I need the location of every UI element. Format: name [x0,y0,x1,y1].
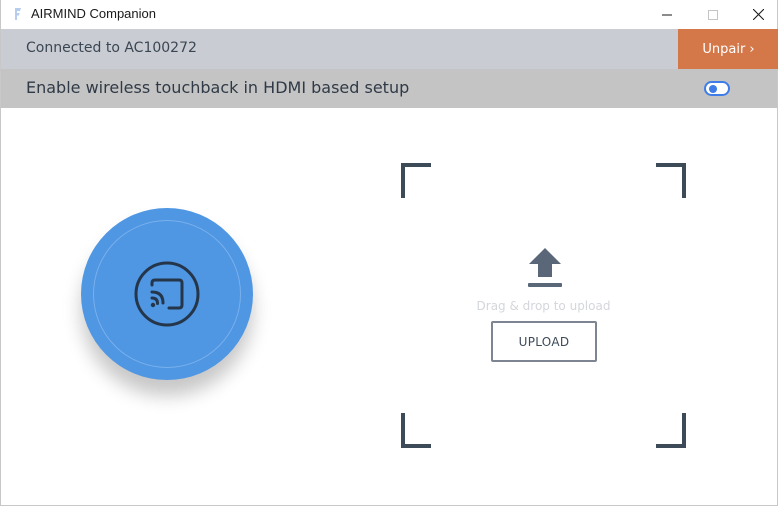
drop-zone-corner [401,163,431,198]
connection-bar: Connected to AC100272 Unpair › [1,29,778,69]
app-window: AIRMIND Companion Connected to AC100272 … [0,0,778,506]
touchback-label: Enable wireless touchback in HDMI based … [26,78,410,97]
cast-button[interactable] [81,208,253,380]
connection-status: Connected to AC100272 [26,40,197,56]
maximize-button[interactable] [690,0,736,29]
upload-icon [528,248,562,287]
cast-icon [134,261,200,327]
unpair-button[interactable]: Unpair › [678,29,778,69]
upload-drop-zone[interactable]: Drag & drop to upload UPLOAD [401,163,686,448]
touchback-bar: Enable wireless touchback in HDMI based … [1,69,777,108]
drop-zone-corner [656,163,686,198]
drag-drop-hint: Drag & drop to upload [476,299,611,313]
app-logo-icon [15,8,21,20]
drop-zone-corner [401,413,431,448]
upload-button[interactable]: UPLOAD [491,321,597,362]
toggle-knob [709,85,717,93]
maximize-icon [708,9,718,20]
minimize-button[interactable] [644,0,690,29]
close-button[interactable] [735,0,778,29]
drop-zone-corner [656,413,686,448]
touchback-toggle[interactable] [704,81,730,96]
title-bar: AIRMIND Companion [1,0,777,29]
window-title: AIRMIND Companion [31,6,156,21]
minimize-icon [662,14,672,15]
close-icon [752,9,764,20]
